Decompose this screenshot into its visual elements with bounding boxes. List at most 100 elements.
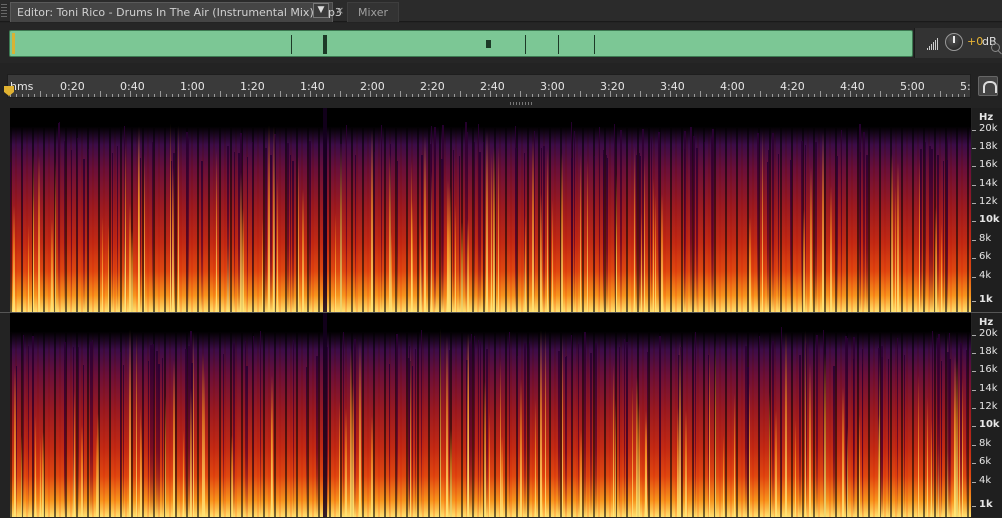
- spectrogram-streak: [500, 358, 501, 517]
- spectrogram-streak: [632, 385, 633, 517]
- hz-axis-tick: [972, 408, 976, 409]
- ruler-tick: [124, 94, 125, 97]
- spectrogram-streak: [645, 420, 647, 517]
- spectrogram-streak: [396, 333, 398, 517]
- spectrogram-streak: [524, 343, 526, 517]
- ruler-tick: [508, 94, 509, 97]
- hz-axis-tick: [972, 148, 976, 149]
- tab-mixer[interactable]: Mixer: [347, 2, 399, 22]
- ruler-tick: [382, 94, 383, 97]
- ruler-tick: [412, 94, 413, 97]
- hz-axis-label: 1k: [979, 499, 993, 510]
- spectrogram-streak: [16, 365, 17, 517]
- spectrogram-streak: [51, 219, 53, 312]
- spectrogram-streak: [152, 142, 153, 312]
- close-icon[interactable]: ×: [335, 2, 344, 20]
- ruler-label: 2:20: [420, 80, 445, 93]
- ruler-tick: [208, 94, 209, 97]
- volume-value[interactable]: +0: [967, 35, 983, 48]
- spectrogram-streak: [594, 156, 595, 312]
- spectrogram-streak: [183, 430, 184, 517]
- spectrogram-streak: [117, 145, 118, 312]
- hz-axis-label: 12k: [979, 401, 998, 412]
- spectrogram-streak: [749, 382, 750, 517]
- spectrogram-streak: [619, 346, 620, 517]
- spectrogram-streak: [639, 156, 641, 312]
- spectrogram-streak: [749, 217, 751, 312]
- spectrogram-streak: [431, 170, 432, 312]
- spectrogram-streak: [424, 135, 426, 312]
- spectrogram-streak: [833, 366, 835, 517]
- spectral-channel-right[interactable]: [10, 313, 971, 517]
- ruler-tick: [454, 94, 455, 97]
- ruler-tick: [190, 91, 191, 97]
- hz-axis-tick: [972, 240, 976, 241]
- spectrogram-streak: [824, 352, 826, 517]
- hz-axis-label: 6k: [979, 456, 992, 467]
- spectrogram-streak: [143, 350, 144, 517]
- spectrogram-streak: [932, 331, 933, 517]
- spectrogram-streak: [227, 145, 229, 312]
- spectrogram-streak: [822, 131, 824, 312]
- ruler-label: 4:40: [840, 80, 865, 93]
- resize-handle[interactable]: [510, 102, 534, 105]
- spectrogram-streak: [40, 436, 41, 517]
- waveform-overview[interactable]: [9, 30, 913, 57]
- ruler-tick: [814, 94, 815, 97]
- spectrogram-streak: [626, 341, 628, 517]
- ruler-tick: [166, 94, 167, 97]
- ruler-tick: [238, 94, 239, 97]
- panel-grip-icon[interactable]: [1, 4, 7, 18]
- spectrogram-streak: [785, 331, 787, 517]
- ruler-label: 2:00: [360, 80, 385, 93]
- spectrogram-streak: [204, 368, 205, 517]
- spectrogram-streak: [73, 346, 74, 517]
- overview-start-marker[interactable]: [12, 33, 15, 54]
- tab-editor[interactable]: Editor: Toni Rico - Drums In The Air (In…: [10, 2, 342, 22]
- spectrogram-streak: [580, 154, 581, 312]
- ruler-tick: [904, 94, 905, 97]
- spectrogram-streak: [21, 434, 22, 517]
- ruler-tick: [328, 94, 329, 97]
- spectrogram-streak: [747, 366, 749, 517]
- headphones-icon[interactable]: [978, 76, 998, 96]
- ruler-tick: [118, 94, 119, 97]
- ruler-tick: [604, 94, 605, 97]
- spectrogram-streak: [661, 193, 663, 312]
- ruler-tick: [850, 91, 851, 97]
- spectrogram-streak: [391, 231, 392, 312]
- spectrogram-streak: [136, 334, 137, 517]
- zoom-icon[interactable]: [991, 43, 1000, 52]
- spectrogram-streak: [684, 130, 686, 312]
- spectrogram-streak: [188, 138, 189, 312]
- frequency-axis-right: Hz 20k 18k 16k 14k 12k 10k 8k 6k 4k 1k: [972, 313, 1002, 517]
- spectrogram-streak: [59, 122, 60, 312]
- spectrogram-streak: [566, 356, 567, 517]
- volume-knob-icon[interactable]: [945, 33, 963, 51]
- spectrogram-streak: [863, 132, 865, 312]
- ruler-label: 4:00: [720, 80, 745, 93]
- spectral-channel-left[interactable]: [10, 108, 971, 312]
- ruler-tick: [436, 94, 437, 97]
- ruler-tick: [928, 94, 929, 97]
- spectrogram-streak: [374, 152, 375, 312]
- time-ruler[interactable]: hms 0:20 0:40 1:00 1:20 1:40 2:00 2:20 2:40 3:00 3…: [7, 74, 971, 98]
- ruler-tick: [220, 91, 221, 97]
- spectrogram-streak: [381, 125, 382, 312]
- ruler-tick: [892, 94, 893, 97]
- spectrogram-streak: [479, 152, 481, 312]
- hz-axis-label: Hz: [979, 112, 994, 123]
- ruler-tick: [286, 94, 287, 97]
- hz-axis-tick: [972, 166, 976, 167]
- ruler-tick: [388, 94, 389, 97]
- spectrogram-streak: [129, 328, 131, 517]
- ruler-tick: [232, 94, 233, 97]
- dropdown-arrow-icon[interactable]: ▼: [313, 3, 329, 18]
- spectrogram-streak: [595, 342, 597, 517]
- spectrogram-streak: [483, 142, 484, 312]
- spectrogram-streak: [651, 137, 652, 312]
- ruler-tick: [736, 94, 737, 97]
- ruler-label: 5:00: [900, 80, 925, 93]
- spectrogram-streak: [273, 125, 275, 312]
- spectrogram-streak: [345, 408, 347, 517]
